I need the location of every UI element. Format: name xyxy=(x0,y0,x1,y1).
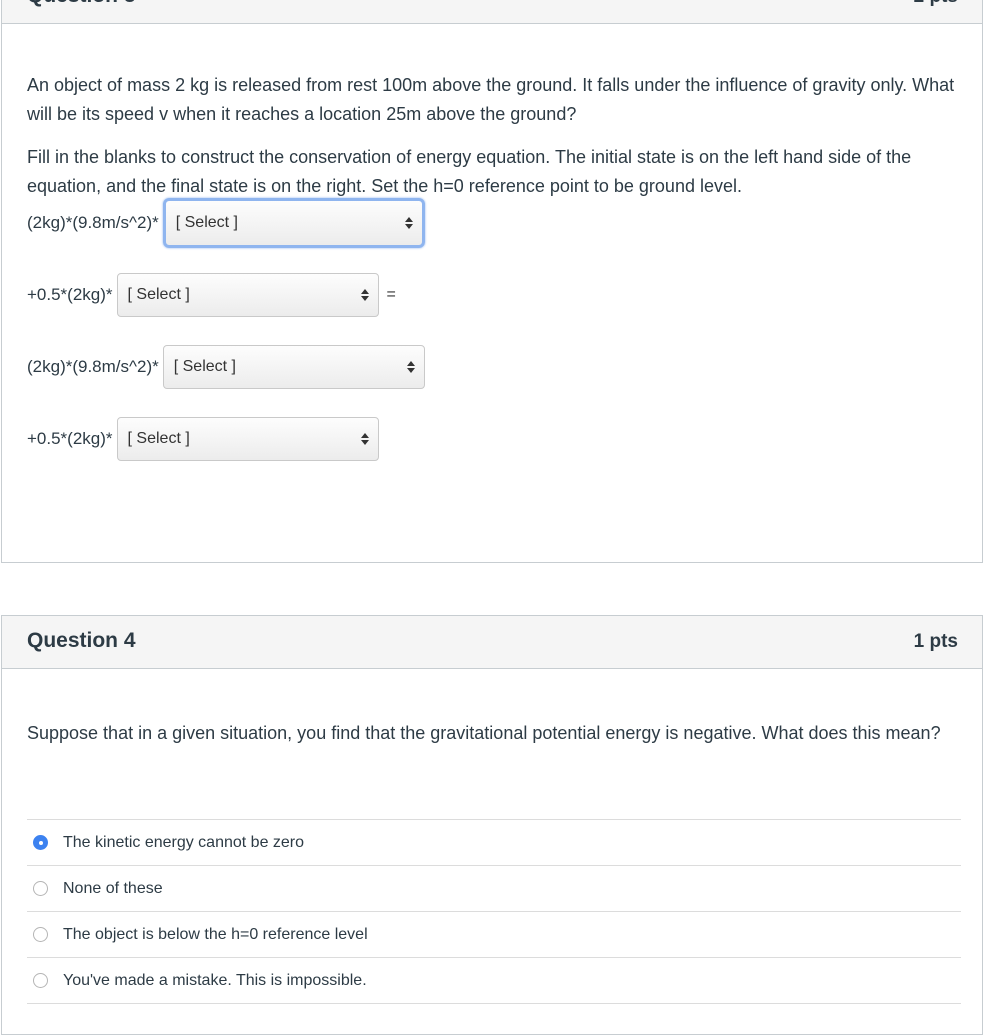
answer-option[interactable]: None of these xyxy=(27,866,961,912)
question-3: Question 3 2 pts An object of mass 2 kg … xyxy=(1,0,983,563)
question-points: 1 pts xyxy=(913,631,958,652)
question-title: Question 3 xyxy=(27,0,136,8)
instructions-text: Fill in the blanks to construct the cons… xyxy=(27,147,912,196)
equation-row-3: (2kg)*(9.8m/s^2)* [ Select ] xyxy=(27,345,425,389)
blank-select-4[interactable]: [ Select ] xyxy=(116,417,379,461)
answer-options: The kinetic energy cannot be zero None o… xyxy=(27,819,961,1004)
answer-label: The object is below the h=0 reference le… xyxy=(63,925,368,943)
radio-icon[interactable] xyxy=(33,927,48,942)
equation-row-2: +0.5*(2kg)* [ Select ] = xyxy=(27,273,396,317)
answer-label: The kinetic energy cannot be zero xyxy=(63,833,305,851)
question-points: 2 pts xyxy=(914,0,958,8)
select-arrows-icon xyxy=(360,433,369,445)
equals-sign: = xyxy=(386,286,396,303)
radio-icon[interactable] xyxy=(33,881,48,896)
equation-term-label: (2kg)*(9.8m/s^2)* xyxy=(27,213,159,232)
equation-term-label: +0.5*(2kg)* xyxy=(27,429,113,448)
question-4-header: Question 4 1 pts xyxy=(2,616,982,669)
radio-selected-icon[interactable] xyxy=(33,835,48,850)
answer-option[interactable]: The kinetic energy cannot be zero xyxy=(27,820,961,866)
equation-row-4: +0.5*(2kg)* [ Select ] xyxy=(27,417,379,461)
select-value: [ Select ] xyxy=(127,286,190,303)
blank-select-1[interactable]: [ Select ] xyxy=(162,198,425,248)
question-text: An object of mass 2 kg is released from … xyxy=(27,75,955,124)
select-arrows-icon xyxy=(404,217,413,229)
question-3-header: Question 3 2 pts xyxy=(2,0,982,24)
select-arrows-icon xyxy=(360,289,369,301)
blank-select-2[interactable]: [ Select ] xyxy=(116,273,379,317)
question-4: Question 4 1 pts Suppose that in a given… xyxy=(1,615,983,1035)
equation-row-1: (2kg)*(9.8m/s^2)* [ Select ] xyxy=(27,198,425,248)
question-text: Suppose that in a given situation, you f… xyxy=(27,723,941,743)
select-value: [ Select ] xyxy=(175,214,238,231)
equation-term-label: +0.5*(2kg)* xyxy=(27,285,113,304)
question-title: Question 4 xyxy=(27,629,136,652)
blank-select-3[interactable]: [ Select ] xyxy=(162,345,425,389)
answer-label: You've made a mistake. This is impossibl… xyxy=(63,971,367,989)
select-value: [ Select ] xyxy=(173,358,236,375)
equation-term-label: (2kg)*(9.8m/s^2)* xyxy=(27,357,159,376)
answer-option[interactable]: The object is below the h=0 reference le… xyxy=(27,912,961,958)
select-arrows-icon xyxy=(406,361,415,373)
answer-option[interactable]: You've made a mistake. This is impossibl… xyxy=(27,958,961,1004)
radio-icon[interactable] xyxy=(33,973,48,988)
answer-label: None of these xyxy=(63,879,163,897)
select-value: [ Select ] xyxy=(127,430,190,447)
